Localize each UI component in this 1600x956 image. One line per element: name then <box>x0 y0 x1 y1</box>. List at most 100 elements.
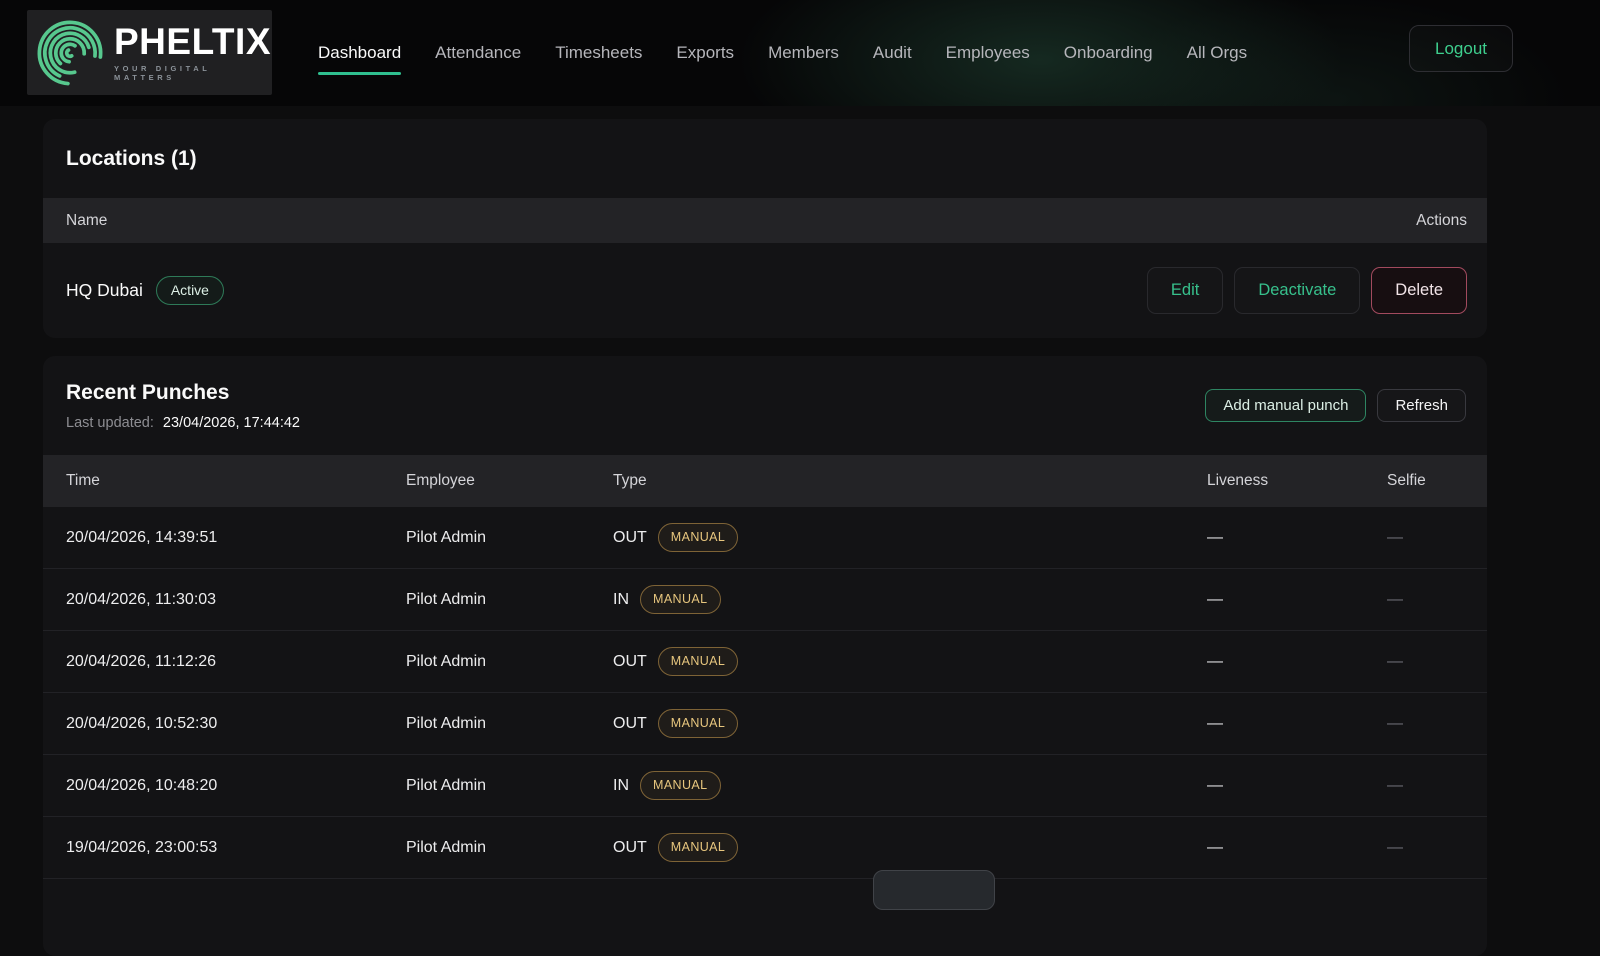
cell-type: OUT MANUAL <box>613 833 1207 862</box>
locations-header: Locations (1) <box>43 119 1487 198</box>
recent-punches-panel: Recent Punches Last updated: 23/04/2026,… <box>43 356 1487 956</box>
cell-liveness: — <box>1207 529 1387 547</box>
nav-label: Members <box>768 43 839 63</box>
table-row: 20/04/2026, 11:12:26 Pilot Admin OUT MAN… <box>43 631 1487 693</box>
table-row: 20/04/2026, 10:52:30 Pilot Admin OUT MAN… <box>43 693 1487 755</box>
logout-button[interactable]: Logout <box>1409 25 1513 72</box>
cell-liveness: — <box>1207 839 1387 857</box>
nav-item-all-orgs[interactable]: All Orgs <box>1187 0 1247 106</box>
cell-selfie: — <box>1387 591 1465 609</box>
nav-item-audit[interactable]: Audit <box>873 0 912 106</box>
nav-label: Employees <box>946 43 1030 63</box>
app-header: PHELTIX YOUR DIGITAL MATTERS Dashboard A… <box>0 0 1600 106</box>
cell-type: OUT MANUAL <box>613 647 1207 676</box>
cell-type: IN MANUAL <box>613 585 1207 614</box>
column-time: Time <box>66 472 406 490</box>
cell-selfie: — <box>1387 653 1465 671</box>
status-badge: Active <box>156 276 224 305</box>
nav-label: Audit <box>873 43 912 63</box>
add-manual-punch-button[interactable]: Add manual punch <box>1205 389 1366 422</box>
cell-employee: Pilot Admin <box>406 839 613 857</box>
nav-item-dashboard[interactable]: Dashboard <box>318 0 401 106</box>
nav-item-onboarding[interactable]: Onboarding <box>1064 0 1153 106</box>
fingerprint-icon <box>35 18 105 88</box>
cell-selfie: — <box>1387 839 1465 857</box>
column-liveness: Liveness <box>1207 472 1387 490</box>
cell-time: 20/04/2026, 10:52:30 <box>66 715 406 733</box>
punch-type: OUT <box>613 839 647 857</box>
partial-popup[interactable] <box>873 870 995 910</box>
location-actions: Edit Deactivate Delete <box>1147 267 1467 314</box>
nav-label: Onboarding <box>1064 43 1153 63</box>
cell-selfie: — <box>1387 777 1465 795</box>
cell-time: 20/04/2026, 11:30:03 <box>66 591 406 609</box>
nav-label: Dashboard <box>318 43 401 63</box>
manual-badge: MANUAL <box>640 585 721 614</box>
punch-type: IN <box>613 591 629 609</box>
cell-liveness: — <box>1207 777 1387 795</box>
nav-item-exports[interactable]: Exports <box>676 0 734 106</box>
column-name: Name <box>66 212 107 230</box>
table-row: 20/04/2026, 11:30:03 Pilot Admin IN MANU… <box>43 569 1487 631</box>
main-nav: Dashboard Attendance Timesheets Exports … <box>318 0 1247 106</box>
cell-time: 19/04/2026, 23:00:53 <box>66 839 406 857</box>
cell-employee: Pilot Admin <box>406 529 613 547</box>
nav-item-attendance[interactable]: Attendance <box>435 0 521 106</box>
punch-type: OUT <box>613 715 647 733</box>
punches-actions: Add manual punch Refresh <box>1205 389 1466 422</box>
manual-badge: MANUAL <box>658 833 739 862</box>
manual-badge: MANUAL <box>640 771 721 800</box>
nav-label: Attendance <box>435 43 521 63</box>
punches-table-header: Time Employee Type Liveness Selfie <box>43 455 1487 507</box>
table-row: 20/04/2026, 10:48:20 Pilot Admin IN MANU… <box>43 755 1487 817</box>
brand-tagline: YOUR DIGITAL MATTERS <box>114 64 271 82</box>
locations-panel: Locations (1) Name Actions HQ Dubai Acti… <box>43 119 1487 338</box>
nav-label: Timesheets <box>555 43 642 63</box>
deactivate-button[interactable]: Deactivate <box>1234 267 1360 314</box>
brand-name: PHELTIX <box>114 23 271 60</box>
cell-liveness: — <box>1207 715 1387 733</box>
locations-title: Locations (1) <box>66 147 197 171</box>
cell-selfie: — <box>1387 715 1465 733</box>
brand-text: PHELTIX YOUR DIGITAL MATTERS <box>114 23 271 82</box>
column-selfie: Selfie <box>1387 472 1465 490</box>
cell-selfie: — <box>1387 529 1465 547</box>
cell-type: OUT MANUAL <box>613 709 1207 738</box>
nav-item-employees[interactable]: Employees <box>946 0 1030 106</box>
cell-employee: Pilot Admin <box>406 715 613 733</box>
manual-badge: MANUAL <box>658 647 739 676</box>
cell-employee: Pilot Admin <box>406 777 613 795</box>
manual-badge: MANUAL <box>658 709 739 738</box>
nav-label: Exports <box>676 43 734 63</box>
punch-type: IN <box>613 777 629 795</box>
delete-button[interactable]: Delete <box>1371 267 1467 314</box>
nav-item-timesheets[interactable]: Timesheets <box>555 0 642 106</box>
locations-column-header: Name Actions <box>43 198 1487 243</box>
table-row: 19/04/2026, 23:00:53 Pilot Admin OUT MAN… <box>43 817 1487 879</box>
app-root: { "header": { "brand": { "name": "PHELTI… <box>0 0 1600 896</box>
last-updated-label: Last updated: <box>66 415 154 431</box>
refresh-button[interactable]: Refresh <box>1377 389 1466 422</box>
column-actions: Actions <box>1416 212 1467 230</box>
location-name: HQ Dubai <box>66 280 143 301</box>
cell-time: 20/04/2026, 11:12:26 <box>66 653 406 671</box>
cell-liveness: — <box>1207 653 1387 671</box>
nav-label: All Orgs <box>1187 43 1247 63</box>
column-type: Type <box>613 472 1207 490</box>
punches-table-body: 20/04/2026, 14:39:51 Pilot Admin OUT MAN… <box>43 507 1487 879</box>
cell-employee: Pilot Admin <box>406 591 613 609</box>
column-employee: Employee <box>406 472 613 490</box>
cell-type: IN MANUAL <box>613 771 1207 800</box>
nav-item-members[interactable]: Members <box>768 0 839 106</box>
location-row: HQ Dubai Active Edit Deactivate Delete <box>43 243 1487 338</box>
cell-time: 20/04/2026, 14:39:51 <box>66 529 406 547</box>
cell-employee: Pilot Admin <box>406 653 613 671</box>
cell-time: 20/04/2026, 10:48:20 <box>66 777 406 795</box>
edit-button[interactable]: Edit <box>1147 267 1223 314</box>
brand-logo[interactable]: PHELTIX YOUR DIGITAL MATTERS <box>27 10 272 95</box>
table-row: 20/04/2026, 14:39:51 Pilot Admin OUT MAN… <box>43 507 1487 569</box>
cell-type: OUT MANUAL <box>613 523 1207 552</box>
manual-badge: MANUAL <box>658 523 739 552</box>
last-updated-value: 23/04/2026, 17:44:42 <box>163 415 300 431</box>
punch-type: OUT <box>613 529 647 547</box>
